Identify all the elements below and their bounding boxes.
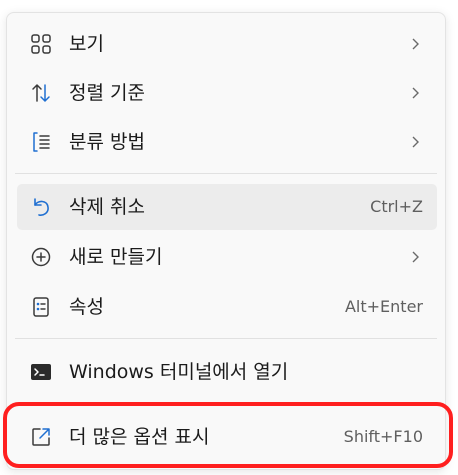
context-menu: 보기 정렬 기준 분류 방법 삭제 취소 Ctrl+Z 새로 만들기 속성 Al… [6, 12, 446, 470]
menu-item-undo-delete[interactable]: 삭제 취소 Ctrl+Z [17, 184, 437, 230]
add-new-icon [31, 247, 51, 267]
menu-item-label: 분류 방법 [69, 131, 145, 153]
menu-separator [15, 338, 437, 339]
menu-item-label: 삭제 취소 [69, 196, 145, 218]
menu-separator [15, 173, 437, 174]
shortcut-label: Alt+Enter [344, 297, 423, 316]
chevron-right-icon [412, 136, 419, 148]
menu-item-label: 정렬 기준 [69, 82, 145, 104]
menu-item-properties[interactable]: 속성 Alt+Enter [17, 284, 437, 330]
menu-item-open-in-terminal[interactable]: Windows 터미널에서 열기 [17, 349, 437, 395]
menu-item-label: 보기 [69, 33, 104, 55]
chevron-right-icon [412, 87, 419, 99]
menu-item-sort-by[interactable]: 정렬 기준 [17, 70, 437, 116]
grid-view-icon [31, 34, 51, 54]
menu-item-label: 더 많은 옵션 표시 [69, 426, 210, 448]
chevron-right-icon [412, 38, 419, 50]
menu-item-view[interactable]: 보기 [17, 21, 437, 67]
show-more-options-icon [32, 428, 50, 446]
group-by-icon [33, 132, 50, 152]
menu-item-label: Windows 터미널에서 열기 [69, 361, 289, 383]
menu-item-label: 속성 [69, 296, 104, 318]
menu-separator [15, 403, 437, 404]
undo-icon [34, 198, 49, 216]
chevron-right-icon [412, 251, 419, 263]
menu-item-group-by[interactable]: 분류 방법 [17, 119, 437, 165]
shortcut-label: Ctrl+Z [370, 197, 423, 216]
terminal-icon [31, 364, 51, 380]
sort-icon [32, 84, 50, 102]
menu-item-new[interactable]: 새로 만들기 [17, 234, 437, 280]
shortcut-label: Shift+F10 [343, 427, 423, 446]
menu-item-show-more-options[interactable]: 더 많은 옵션 표시 Shift+F10 [17, 414, 437, 460]
menu-item-label: 새로 만들기 [69, 246, 163, 268]
properties-icon [33, 297, 49, 317]
